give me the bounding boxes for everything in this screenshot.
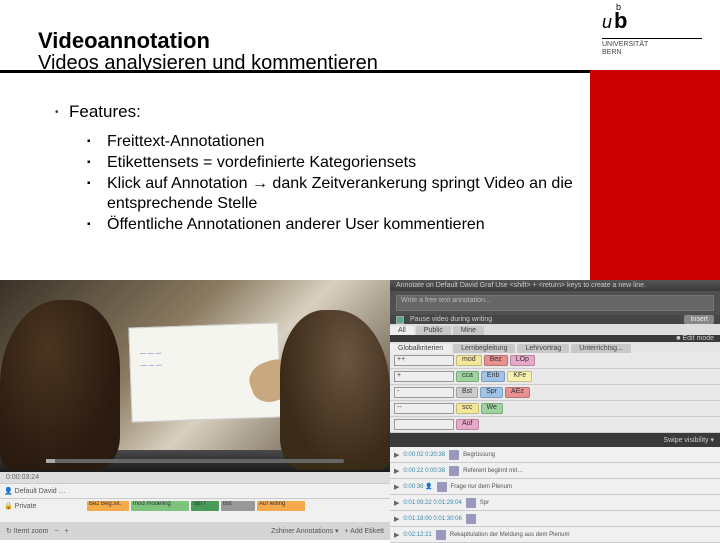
logo-text-2: BERN — [602, 49, 702, 57]
slide-title: Videoannotation — [38, 28, 210, 54]
filter-tab[interactable]: Public — [416, 326, 451, 335]
pause-checkbox[interactable] — [396, 316, 404, 324]
filter-tab[interactable]: Mine — [453, 326, 484, 335]
annotation-panel: Annotate on Default David Graf Use <shif… — [390, 280, 720, 540]
zoom-out-button[interactable]: − — [54, 528, 58, 535]
university-logo: u b b UNIVERSITÄT BERN — [602, 8, 702, 56]
tag-row: +ccaEribKFe — [390, 369, 720, 385]
annotation-item[interactable]: ▶0:01:09:22 0:01:29:04Spr — [390, 495, 720, 511]
slide-subtitle: Videos analysieren und kommentieren — [38, 52, 378, 75]
filter-tab[interactable]: All — [390, 326, 414, 335]
video-bottom-bar: ↻ Itemt zoom − + Zshiner Annotations ▾ +… — [0, 522, 390, 540]
category-tab[interactable]: Lehrvortrag — [517, 344, 569, 353]
logo-b-super: b — [616, 2, 621, 12]
pause-label: Pause video during writing — [410, 316, 492, 323]
tag[interactable]: We — [481, 403, 503, 414]
zoom-in-button[interactable]: + — [65, 528, 69, 535]
timecode: 0:00:03:24 — [0, 472, 390, 483]
timeline: 0:00:03:24 👤 Default David …🔒 PrivateBez… — [0, 472, 390, 522]
annotation-item[interactable]: ▶0:02:12:21Rekapitulation der Meldung au… — [390, 527, 720, 543]
tag-row: --sccWe — [390, 401, 720, 417]
tag-row: Auf — [390, 417, 720, 433]
tag[interactable]: Auf — [456, 419, 479, 430]
annotation-item[interactable]: ▶0:01:18:00 0:01:30:06 — [390, 511, 720, 527]
tag[interactable]: scc — [456, 403, 479, 414]
features-heading: •Features: — [55, 102, 575, 122]
annotation-item[interactable]: ▶0:00:36 👤Frage nur dem Plenum — [390, 479, 720, 495]
tag[interactable]: KFe — [507, 371, 532, 382]
progress-bar[interactable] — [46, 459, 344, 463]
content-area: •Features: ▪Freittext-Annotationen▪Etike… — [55, 102, 575, 236]
tag[interactable]: Erib — [481, 371, 505, 382]
annotation-filter[interactable]: Zshiner Annotations ▾ — [271, 527, 338, 535]
add-etikett-button[interactable]: + Add Etikett — [345, 528, 385, 535]
category-tab[interactable]: Lernbegleitung — [453, 344, 515, 353]
tag-row: ++modBezLOp — [390, 353, 720, 369]
timeline-track[interactable]: 🔒 PrivateBez Beg.sit.mod modelingSpr fBs… — [0, 498, 390, 513]
tag[interactable]: Bst — [456, 387, 478, 398]
tag-row: -BstSprAEz — [390, 385, 720, 401]
tag[interactable]: cca — [456, 371, 479, 382]
tag[interactable]: Spr — [480, 387, 503, 398]
category-tab[interactable]: Globalkriterien — [390, 344, 451, 353]
tag[interactable]: mod — [456, 355, 482, 366]
timeline-track[interactable]: 👤 Default David … — [0, 483, 390, 498]
annotation-input[interactable]: Write a free text annotation... — [396, 295, 714, 311]
video-panel: — — —— — — 0:00:03:24 👤 Default David …🔒… — [0, 280, 390, 540]
logo-text-1: UNIVERSITÄT — [602, 41, 702, 49]
feature-item: ▪Etikettensets = vordefinierte Kategorie… — [87, 153, 575, 173]
video-player[interactable]: — — —— — — — [0, 280, 390, 450]
visibility-dropdown[interactable]: Swipe visibility ▾ — [663, 436, 714, 444]
category-tab[interactable]: Unterrichtsg... — [571, 344, 631, 353]
insert-button[interactable]: Insert — [684, 315, 714, 324]
annotation-item[interactable]: ▶0:00:02 0:20:38Begrüssung — [390, 447, 720, 463]
tag[interactable]: Bez — [484, 355, 508, 366]
feature-item: ▪Freittext-Annotationen — [87, 132, 575, 152]
annotation-header: Annotate on Default David Graf Use <shif… — [390, 280, 720, 291]
annotation-item[interactable]: ▶0:00:22 0:00:38Referent beginnt mit… — [390, 463, 720, 479]
edit-mode-toggle[interactable]: ■ Edit mode — [676, 335, 714, 342]
tag[interactable]: AEz — [505, 387, 530, 398]
logo-u: u — [602, 12, 612, 33]
feature-item: ▪Klick auf Annotation → dank Zeitveranke… — [87, 174, 575, 214]
app-screenshot: — — —— — — 0:00:03:24 👤 Default David …🔒… — [0, 280, 720, 540]
tag[interactable]: LOp — [510, 355, 535, 366]
zoom-label: ↻ Itemt zoom — [6, 527, 48, 535]
feature-item: ▪Öffentliche Annotationen anderer User k… — [87, 215, 575, 235]
